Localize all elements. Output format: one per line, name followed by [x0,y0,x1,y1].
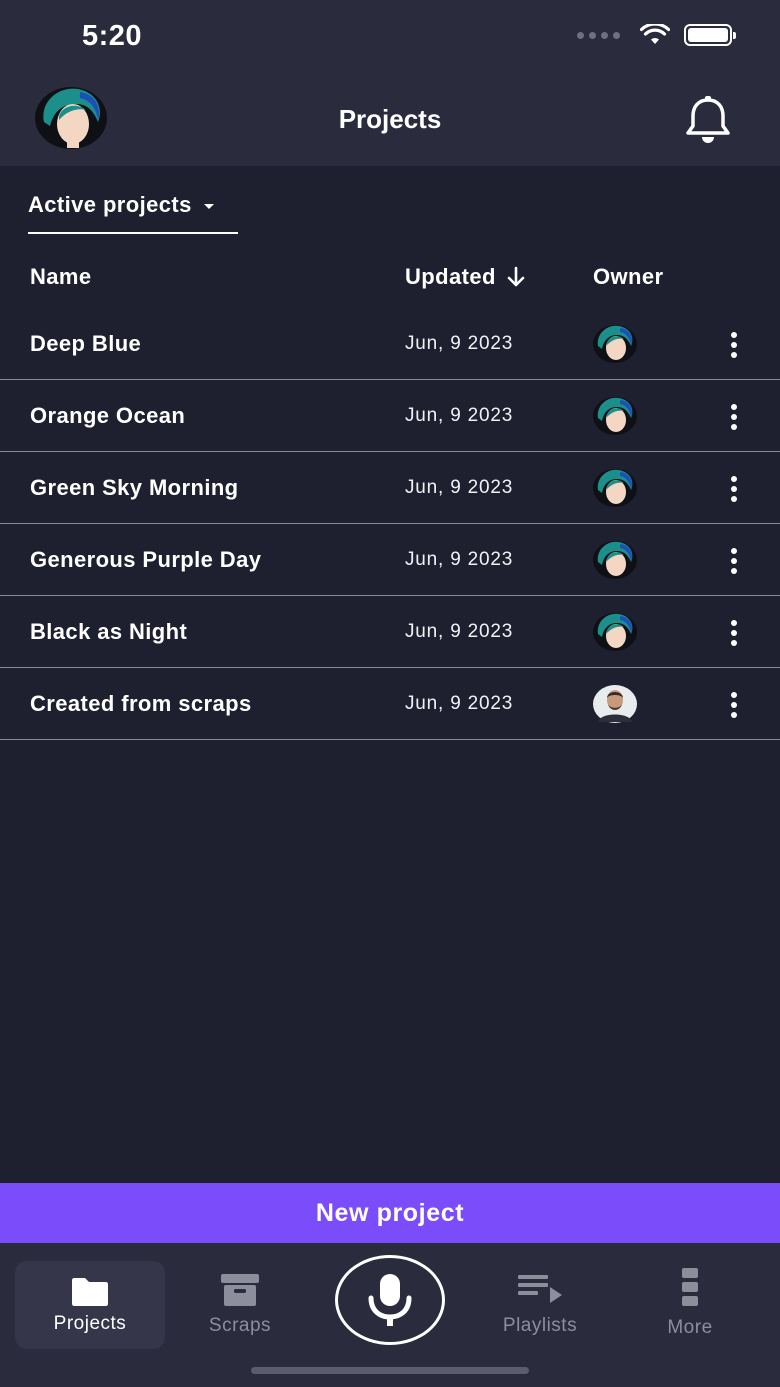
wifi-icon [640,24,670,44]
owner-avatar [593,469,637,507]
status-time: 5:20 [82,20,143,52]
project-name: Green Sky Morning [30,475,239,500]
project-name: Black as Night [30,619,188,644]
project-row[interactable]: Black as Night Jun, 9 2023 [0,596,780,668]
cellular-signal-icon [577,31,620,39]
owner-avatar [593,325,637,363]
project-row[interactable]: Orange Ocean Jun, 9 2023 [0,380,780,452]
column-header-owner: Owner [593,264,664,289]
project-updated: Jun, 9 2023 [405,477,514,498]
sort-down-arrow-icon [507,266,525,287]
notification-bell-icon[interactable] [682,94,734,146]
project-row[interactable]: Deep Blue Jun, 9 2023 [0,308,780,380]
status-indicators [577,24,736,46]
folder-icon [72,1278,108,1306]
column-header-updated[interactable]: Updated [405,264,526,290]
home-indicator [251,1367,529,1374]
project-name: Generous Purple Day [30,547,262,572]
nav-label-playlists: Playlists [502,1315,578,1336]
project-name: Created from scraps [30,691,252,716]
column-header-name[interactable]: Name [30,264,92,290]
page-title: Projects [338,104,442,134]
project-row[interactable]: Created from scraps Jun, 9 2023 [0,668,780,740]
more-vertical-icon [682,1268,698,1306]
nav-label-more: More [667,1317,713,1338]
nav-label-projects: Projects [53,1313,127,1334]
project-row[interactable]: Green Sky Morning Jun, 9 2023 [0,452,780,524]
dropdown-caret-icon [203,204,214,209]
microphone-icon [368,1274,412,1326]
project-updated: Jun, 9 2023 [405,405,514,426]
row-more-options-icon[interactable] [724,330,744,360]
project-updated: Jun, 9 2023 [405,549,514,570]
owner-avatar [593,397,637,435]
nav-item-projects[interactable]: Projects [15,1261,165,1349]
project-row[interactable]: Generous Purple Day Jun, 9 2023 [0,524,780,596]
project-list: Deep Blue Jun, 9 2023 Orange Ocean Jun, … [0,308,780,740]
nav-item-scraps[interactable]: Scraps [165,1261,315,1349]
owner-avatar [593,541,637,579]
owner-avatar [593,613,637,651]
project-updated: Jun, 9 2023 [405,693,514,714]
row-more-options-icon[interactable] [724,690,744,720]
project-updated: Jun, 9 2023 [405,333,514,354]
nav-item-playlists[interactable]: Playlists [465,1261,615,1349]
row-more-options-icon[interactable] [724,546,744,576]
project-updated: Jun, 9 2023 [405,621,514,642]
record-button[interactable] [335,1255,445,1345]
row-more-options-icon[interactable] [724,402,744,432]
filter-label: Active projects [28,192,192,217]
nav-item-more[interactable]: More [615,1261,765,1349]
row-more-options-icon[interactable] [724,474,744,504]
project-filter-dropdown[interactable]: Active projects [28,192,238,234]
row-more-options-icon[interactable] [724,618,744,648]
owner-photo-avatar [593,685,637,723]
nav-label-scraps: Scraps [208,1315,272,1336]
playlist-icon [518,1275,562,1303]
top-bar: 5:20 Projects [0,0,780,166]
bottom-navigation: Projects Scraps Playlists More [0,1243,780,1387]
archive-box-icon [221,1274,259,1306]
project-name: Deep Blue [30,331,142,356]
battery-icon [684,24,736,46]
new-project-button[interactable]: New project [0,1183,780,1243]
column-header-updated-label: Updated [405,264,496,289]
project-name: Orange Ocean [30,403,186,428]
